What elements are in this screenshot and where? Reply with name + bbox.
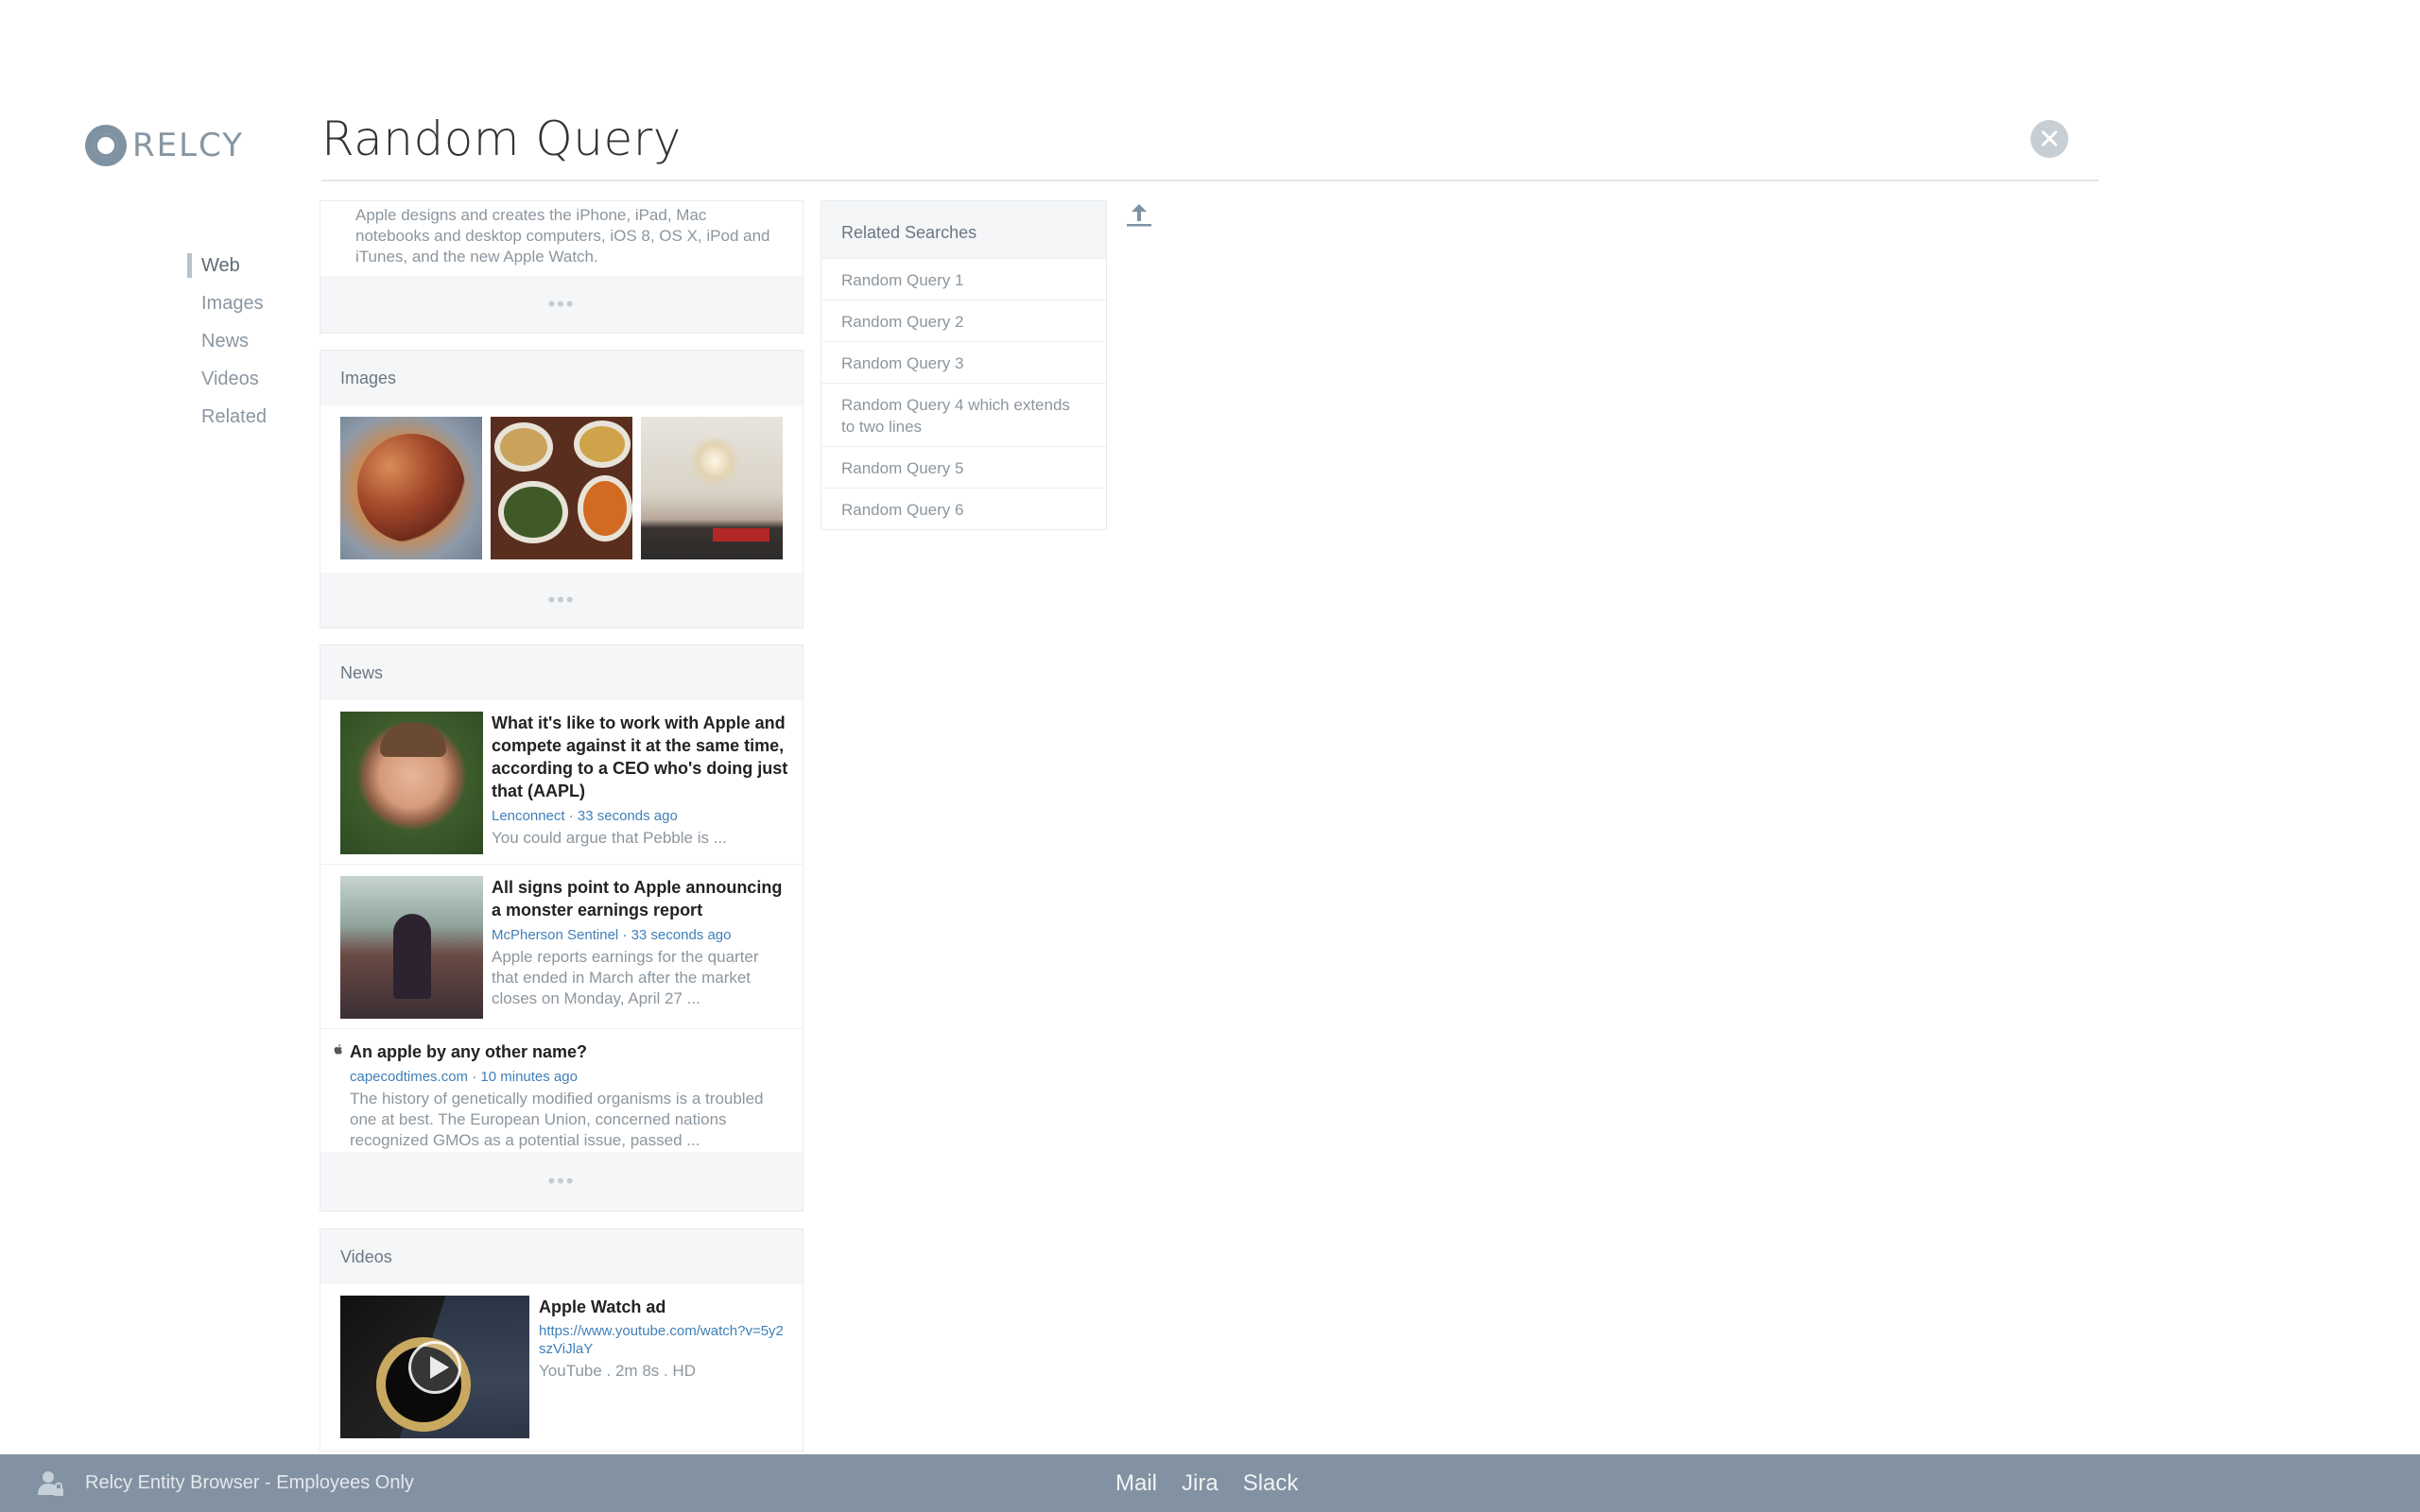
image-thumbnails (320, 405, 803, 571)
news-heading: News (320, 645, 803, 700)
apple-icon (334, 1044, 342, 1055)
footer-link-jira[interactable]: Jira (1182, 1454, 1219, 1512)
news-snippet: The history of genetically modified orga… (350, 1090, 764, 1149)
user-lock-icon (38, 1471, 63, 1496)
relcy-logo-icon (85, 125, 127, 166)
news-thumbnail (340, 712, 483, 854)
footer-link-slack[interactable]: Slack (1243, 1454, 1299, 1512)
images-card: Images ••• (320, 350, 804, 628)
footer-label: Relcy Entity Browser - Employees Only (85, 1472, 414, 1493)
web-snippet: Apple designs and creates the iPhone, iP… (355, 206, 770, 266)
news-item[interactable]: All signs point to Apple announcing a mo… (320, 865, 803, 1029)
images-more-button[interactable]: ••• (320, 573, 803, 627)
web-result-card: Apple designs and creates the iPhone, iP… (320, 200, 804, 334)
more-dots-icon: ••• (547, 292, 576, 316)
nav-item-news[interactable]: News (187, 327, 267, 365)
restaurant-hall-image[interactable] (641, 417, 783, 559)
related-search-item[interactable]: Random Query 1 (821, 258, 1106, 300)
video-thumbnail[interactable] (340, 1296, 529, 1438)
news-source[interactable]: capecodtimes.com · 10 minutes ago (350, 1068, 789, 1087)
video-item[interactable]: Apple Watch ad https://www.youtube.com/w… (320, 1284, 803, 1438)
news-title[interactable]: An apple by any other name? (350, 1040, 789, 1063)
nav-item-videos[interactable]: Videos (187, 365, 267, 403)
footer-bar: Relcy Entity Browser - Employees Only Ma… (0, 1454, 2420, 1512)
news-snippet: You could argue that Pebble is ... (492, 829, 727, 847)
related-search-item[interactable]: Random Query 2 (821, 300, 1106, 341)
news-snippet: Apple reports earnings for the quarter t… (492, 948, 759, 1007)
vertical-nav: Web Images News Videos Related (187, 251, 267, 440)
food-dish-image[interactable] (340, 417, 482, 559)
web-more-button[interactable]: ••• (320, 276, 803, 333)
nav-item-related[interactable]: Related (187, 403, 267, 440)
news-title[interactable]: What it's like to work with Apple and co… (492, 712, 789, 802)
more-dots-icon: ••• (547, 1169, 576, 1193)
footer-links: Mail Jira Slack (1115, 1454, 1298, 1512)
related-heading: Related Searches (821, 201, 1106, 258)
related-searches-panel: Related Searches Random Query 1 Random Q… (821, 200, 1107, 530)
video-meta: YouTube . 2m 8s . HD (539, 1362, 696, 1380)
video-title[interactable]: Apple Watch ad (539, 1296, 789, 1318)
videos-heading: Videos (320, 1229, 803, 1284)
news-item[interactable]: What it's like to work with Apple and co… (320, 700, 803, 865)
page-title: Random Query (321, 112, 682, 166)
video-url[interactable]: https://www.youtube.com/watch?v=5y2szViJ… (539, 1322, 789, 1358)
related-search-item[interactable]: Random Query 4 which extends to two line… (821, 383, 1106, 446)
news-item[interactable]: An apple by any other name? capecodtimes… (320, 1029, 803, 1161)
news-source[interactable]: McPherson Sentinel · 33 seconds ago (492, 926, 789, 945)
header-divider (321, 180, 2099, 181)
related-search-item[interactable]: Random Query 6 (821, 488, 1106, 529)
images-heading: Images (320, 351, 803, 405)
news-more-button[interactable]: ••• (320, 1152, 803, 1211)
indian-curry-bowls-image[interactable] (491, 417, 632, 559)
share-upload-icon[interactable] (1125, 200, 1153, 229)
logo-text: RELCY (132, 127, 244, 164)
play-icon[interactable] (408, 1341, 461, 1394)
relcy-logo[interactable]: RELCY (85, 125, 244, 166)
more-dots-icon: ••• (547, 588, 576, 611)
related-search-item[interactable]: Random Query 3 (821, 341, 1106, 383)
nav-item-web[interactable]: Web (187, 251, 267, 289)
news-card: News What it's like to work with Apple a… (320, 644, 804, 1211)
videos-card: Videos Apple Watch ad https://www.youtub… (320, 1228, 804, 1452)
news-thumbnail (340, 876, 483, 1019)
nav-item-images[interactable]: Images (187, 289, 267, 327)
footer-link-mail[interactable]: Mail (1115, 1454, 1157, 1512)
close-icon[interactable] (2031, 120, 2068, 158)
news-source[interactable]: Lenconnect · 33 seconds ago (492, 807, 789, 826)
related-search-item[interactable]: Random Query 5 (821, 446, 1106, 488)
news-title[interactable]: All signs point to Apple announcing a mo… (492, 876, 789, 921)
